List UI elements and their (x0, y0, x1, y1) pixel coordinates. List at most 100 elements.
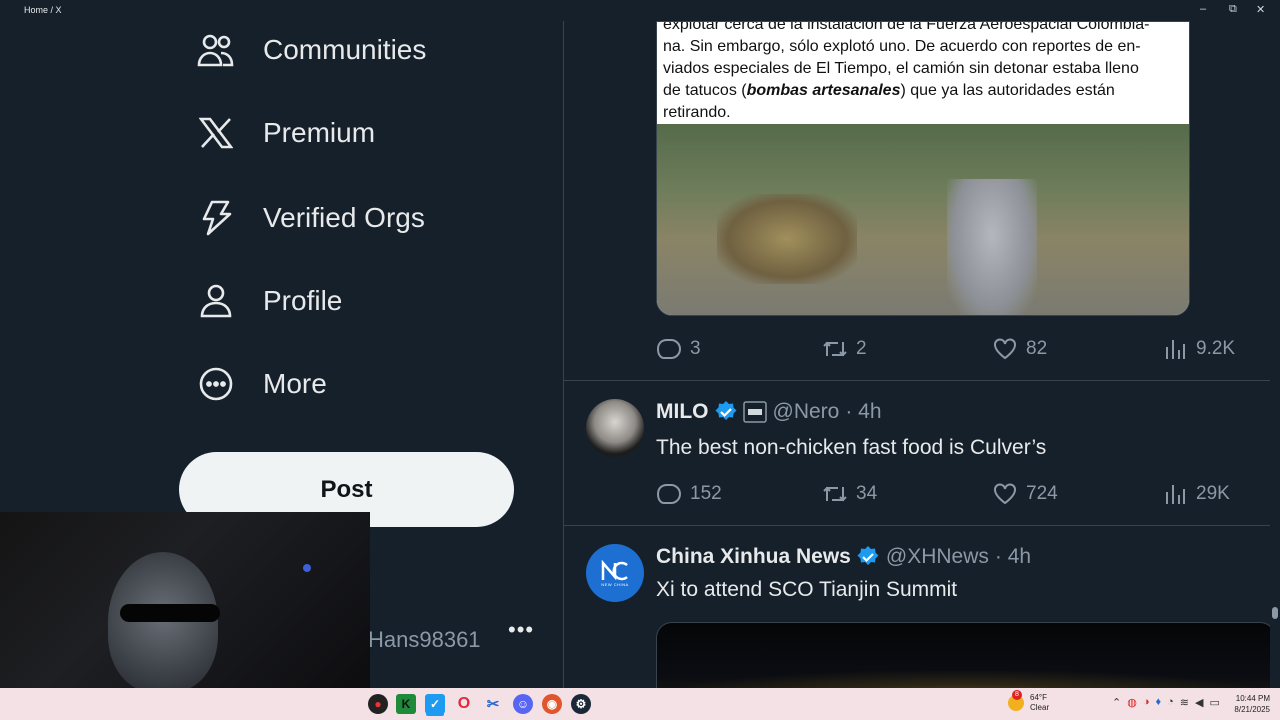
article-text: ) que ya las autoridades están (900, 82, 1115, 99)
article-text: de tatucos ( (663, 82, 747, 99)
tweet-actions: 152 34 724 29K (656, 482, 1236, 506)
weather-widget[interactable]: 8 64°F Clear (1008, 690, 1049, 713)
tweet-text: Xi to attend SCO Tianjin Summit (656, 578, 958, 601)
weather-moon-icon: 8 (1008, 690, 1024, 711)
avatar-caption: NEW CHINA (601, 581, 629, 587)
sidebar-item-verified-orgs[interactable]: Verified Orgs (196, 193, 425, 243)
webcam-glasses (120, 604, 220, 622)
scrollbar[interactable] (1270, 21, 1280, 688)
sidebar-item-profile[interactable]: Profile (196, 276, 342, 326)
reply-icon (656, 482, 682, 506)
avatar[interactable] (586, 399, 644, 457)
weather-text: 64°F Clear (1030, 693, 1049, 713)
tweet-divider (564, 380, 1270, 381)
system-tray: ⌃ ◍ ◑ ♦ ◔ ≋ ◀ ▭ (1112, 696, 1220, 709)
weather-temp: 64°F (1030, 693, 1047, 702)
scrollbar-thumb[interactable] (1272, 607, 1278, 619)
battery-icon[interactable]: ▭ (1209, 696, 1219, 709)
weather-badge: 8 (1012, 690, 1022, 700)
heart-icon (992, 337, 1018, 361)
opera-taskbar-icon[interactable]: O (454, 694, 474, 714)
tweet-divider (564, 525, 1270, 526)
repost-count: 2 (856, 338, 867, 359)
kick-taskbar-icon[interactable]: K (396, 694, 416, 714)
repost-icon (822, 337, 848, 361)
repost-button[interactable]: 34 (822, 482, 992, 506)
weather-condition: Clear (1030, 703, 1050, 712)
sidebar-item-label: More (263, 368, 327, 399)
communities-icon (196, 30, 236, 70)
window-titlebar: Home / X – ⧉ ✕ (0, 0, 1280, 21)
chrome-taskbar-icon[interactable]: ● (368, 694, 388, 714)
heart-icon (992, 482, 1018, 506)
reply-count: 3 (690, 338, 701, 359)
clock[interactable]: 10:44 PM 8/21/2025 (1226, 693, 1270, 715)
verified-badge-icon (714, 400, 738, 424)
like-count: 82 (1026, 338, 1048, 359)
snipping-tool-taskbar-icon[interactable]: ✂ (483, 694, 503, 714)
app-taskbar-icon[interactable]: ◉ (542, 694, 562, 714)
article-line: retirando. (663, 104, 731, 121)
tray-app-icon[interactable]: ◍ (1127, 696, 1137, 709)
repost-icon (822, 482, 848, 506)
close-icon[interactable]: ✕ (1256, 3, 1265, 16)
author-handle[interactable]: @Nero (773, 400, 840, 424)
tweet-time[interactable]: · 4h (995, 545, 1031, 569)
wifi-icon[interactable]: ≋ (1180, 696, 1189, 709)
views-button[interactable]: 9.2K (1162, 337, 1235, 361)
article-clipping: explotar cerca de la instalación de la F… (657, 22, 1189, 124)
taskbar: ● K ✓ O ✂ ☺ ◉ ⚙ 8 64°F Clear ⌃ ◍ ◑ ♦ ◔ ≋… (0, 688, 1280, 720)
repost-count: 34 (856, 483, 878, 504)
reply-button[interactable]: 152 (656, 482, 822, 506)
repost-button[interactable]: 2 (822, 337, 992, 361)
sidebar-item-communities[interactable]: Communities (196, 25, 426, 75)
city-lights-shape (657, 671, 1270, 688)
tray-app-icon[interactable]: ◔ (1167, 696, 1174, 709)
account-handle[interactable]: Hans98361 (368, 627, 481, 653)
maximize-icon[interactable]: ⧉ (1229, 3, 1237, 16)
news-photo (657, 124, 1189, 315)
clock-date: 8/21/2025 (1234, 705, 1270, 714)
views-button[interactable]: 29K (1162, 482, 1230, 506)
wreckage-shape (717, 194, 857, 284)
tweet-media-image[interactable]: explotar cerca de la instalación de la F… (656, 21, 1190, 316)
steam-taskbar-icon[interactable]: ⚙ (571, 694, 591, 714)
discord-taskbar-icon[interactable]: ☺ (513, 694, 533, 714)
avatar[interactable]: NEW CHINA (586, 544, 644, 602)
like-count: 724 (1026, 483, 1058, 504)
chevron-up-icon[interactable]: ⌃ (1112, 696, 1121, 709)
views-count: 29K (1196, 483, 1230, 504)
person-icon (196, 281, 236, 321)
author-handle[interactable]: @XHNews (886, 545, 989, 569)
tray-mic-icon[interactable]: ♦ (1155, 696, 1161, 709)
minimize-icon[interactable]: – (1200, 3, 1206, 15)
more-circle-icon (196, 364, 236, 404)
views-count: 9.2K (1196, 338, 1236, 359)
sidebar-item-more[interactable]: More (196, 359, 327, 409)
tray-app-icon[interactable]: ◑ (1143, 696, 1150, 709)
views-chart-icon (1162, 482, 1188, 506)
xinhua-logo-icon (601, 559, 628, 580)
account-more-button[interactable]: ••• (508, 617, 534, 643)
volume-icon[interactable]: ◀ (1195, 696, 1203, 709)
tweet-header: MILO @Nero · 4h (656, 400, 882, 424)
twitter-taskbar-icon[interactable]: ✓ (425, 694, 445, 714)
views-chart-icon (1162, 337, 1188, 361)
tweet-header: China Xinhua News @XHNews · 4h (656, 545, 1031, 569)
sidebar-item-premium[interactable]: Premium (196, 108, 375, 158)
like-button[interactable]: 82 (992, 337, 1162, 361)
timeline[interactable]: explotar cerca de la instalación de la F… (564, 21, 1270, 688)
lightning-icon (196, 198, 236, 238)
author-name[interactable]: MILO (656, 400, 709, 424)
person-shape (947, 179, 1037, 315)
article-line: explotar cerca de la instalación de la F… (663, 21, 1150, 33)
sidebar-item-label: Premium (263, 117, 376, 148)
tweet-time[interactable]: · 4h (845, 400, 881, 424)
reply-button[interactable]: 3 (656, 337, 822, 361)
window-title: Home / X (24, 5, 62, 15)
tweet-media-image[interactable] (656, 622, 1270, 688)
author-name[interactable]: China Xinhua News (656, 545, 851, 569)
like-button[interactable]: 724 (992, 482, 1162, 506)
verified-badge-icon (856, 545, 880, 569)
sidebar-item-label: Communities (263, 34, 427, 65)
